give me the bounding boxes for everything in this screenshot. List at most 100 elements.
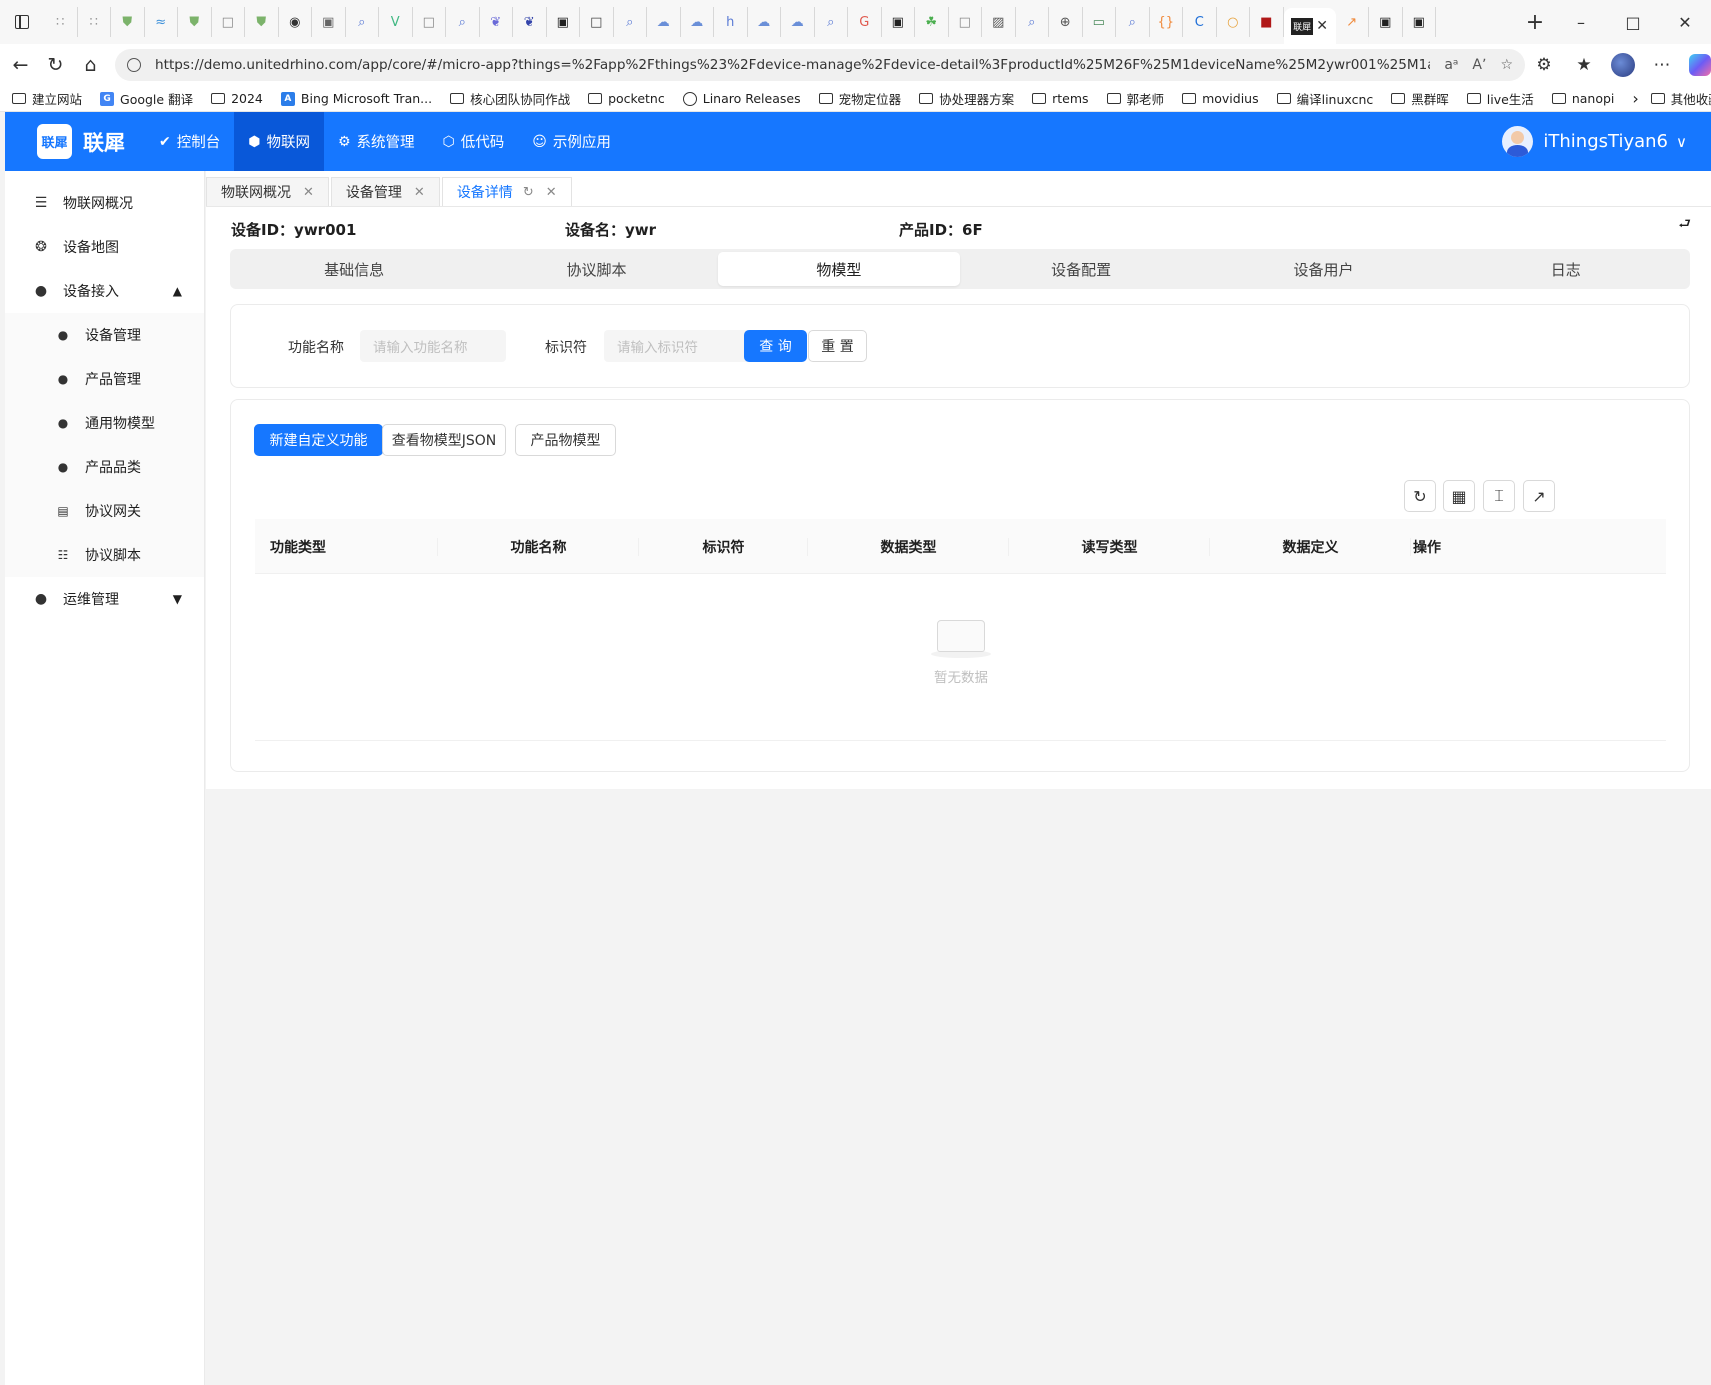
favorite-star-icon[interactable]: ☆	[1500, 57, 1513, 73]
browser-tab[interactable]: ↗	[1336, 7, 1369, 37]
detail-tab[interactable]: 日志	[1445, 252, 1687, 286]
tab-actions-menu[interactable]	[0, 0, 44, 44]
browser-tab[interactable]: ☘	[915, 7, 949, 37]
query-button[interactable]: 查 询	[744, 330, 807, 362]
browser-tab[interactable]: ⊕	[1049, 7, 1083, 37]
browser-tab[interactable]: □	[413, 7, 446, 37]
favorites-icon[interactable]: ★	[1571, 55, 1597, 75]
chevron-up-icon[interactable]: ▲	[173, 284, 182, 298]
reload-icon[interactable]: ↻	[41, 47, 70, 83]
topnav-item[interactable]: ⚙ 系统管理	[324, 112, 429, 171]
sidebar-item-overview[interactable]: ☰ 物联网概况	[5, 181, 204, 225]
browser-tab[interactable]: ⌕	[1116, 7, 1150, 37]
browser-tab[interactable]: ▣	[882, 7, 915, 37]
copilot-icon[interactable]	[1689, 54, 1711, 76]
density-icon[interactable]: ⌶	[1483, 480, 1515, 512]
sidebar-item-operations[interactable]: ● 运维管理 ▼	[5, 577, 204, 621]
bookmark-item[interactable]: A Bing Microsoft Tran...	[280, 91, 432, 106]
sidebar-item-device-map[interactable]: ❂ 设备地图	[5, 225, 204, 269]
grid-settings-icon[interactable]: ▦	[1443, 480, 1475, 512]
browser-tab[interactable]: ☁	[748, 7, 781, 37]
browser-tab[interactable]: □	[949, 7, 982, 37]
bookmark-item[interactable]: 协处理器方案	[919, 89, 1014, 108]
bookmark-item[interactable]: 宠物定位器	[818, 89, 901, 108]
detail-tab[interactable]: 物模型	[717, 252, 960, 286]
bookmark-item[interactable]: nanopi	[1551, 91, 1614, 106]
user-menu[interactable]: iThingsTiyan6 ∨	[1502, 126, 1687, 157]
detail-tab[interactable]: 设备用户	[1202, 252, 1444, 286]
translate-icon[interactable]: aᵃ	[1444, 57, 1458, 73]
bookmark-item[interactable]: 编译linuxcnc	[1276, 89, 1373, 108]
maximize-icon[interactable]: □	[1607, 13, 1659, 32]
browser-tab[interactable]: ☁	[647, 7, 681, 37]
other-favorites[interactable]: 其他收藏夹	[1650, 89, 1711, 108]
browser-tab[interactable]: ❦	[513, 7, 547, 37]
func-name-input[interactable]: 请输入功能名称	[360, 330, 506, 362]
browser-tab[interactable]: ⌕	[346, 7, 379, 37]
close-tab-icon[interactable]: ✕	[1316, 18, 1328, 34]
new-tab-button[interactable]: +	[1515, 2, 1555, 42]
sidebar-item-device-manage[interactable]: ● 设备管理	[5, 313, 204, 357]
bookmark-item[interactable]: live生活	[1466, 89, 1534, 108]
bookmark-item[interactable]: 建立网站	[12, 89, 82, 108]
read-aloud-icon[interactable]: Aʼ	[1472, 57, 1486, 73]
close-icon[interactable]: ✕	[546, 185, 557, 200]
home-icon[interactable]: ⌂	[76, 47, 105, 83]
browser-tab[interactable]: ∷	[44, 7, 78, 37]
bookmark-item[interactable]: 黑群晖	[1391, 89, 1449, 108]
browser-tab[interactable]: □	[212, 7, 245, 37]
bookmark-item[interactable]: 郭老师	[1106, 89, 1164, 108]
more-menu-icon[interactable]: ⋯	[1649, 55, 1675, 75]
sidebar-item-common-model[interactable]: ● 通用物模型	[5, 401, 204, 445]
back-icon[interactable]: ←	[6, 47, 35, 83]
refresh-icon[interactable]: ↻	[523, 185, 534, 200]
profile-avatar[interactable]	[1611, 53, 1635, 77]
tab-device-detail[interactable]: 设备详情 ↻ ✕	[441, 177, 572, 206]
bookmark-item[interactable]: movidius	[1182, 91, 1259, 106]
sidebar-item-product-manage[interactable]: ● 产品管理	[5, 357, 204, 401]
browser-tab-active[interactable]: 联犀 ✕	[1283, 8, 1336, 44]
minimize-icon[interactable]: –	[1555, 13, 1607, 32]
site-info-icon[interactable]	[127, 58, 141, 72]
tab-device-manage[interactable]: 设备管理 ✕	[330, 177, 440, 206]
more-bookmarks-icon[interactable]: ›	[1632, 89, 1638, 108]
bookmark-item[interactable]: G Google 翻译	[100, 89, 193, 108]
topnav-item[interactable]: ☺ 示例应用	[518, 112, 625, 171]
close-icon[interactable]: ✕	[414, 185, 425, 200]
browser-tab[interactable]: ⌕	[815, 7, 848, 37]
browser-tab[interactable]: ▨	[982, 7, 1016, 37]
topnav-item[interactable]: ⬢ 物联网	[234, 112, 324, 171]
browser-tab[interactable]: {}	[1150, 7, 1183, 37]
reset-button[interactable]: 重 置	[808, 330, 867, 362]
browser-tab[interactable]: ≈	[145, 7, 178, 37]
close-icon[interactable]: ✕	[303, 185, 314, 200]
browser-tab[interactable]: ▣	[547, 7, 580, 37]
bookmark-item[interactable]: rtems	[1032, 91, 1089, 106]
bookmark-item[interactable]: Linaro Releases	[682, 91, 801, 106]
url-text[interactable]: https://demo.unitedrhino.com/app/core/#/…	[155, 57, 1430, 73]
extensions-icon[interactable]: ⚙	[1531, 55, 1557, 75]
tab-iot-overview[interactable]: 物联网概况 ✕	[206, 177, 329, 206]
chevron-down-icon[interactable]: ▼	[173, 592, 182, 606]
browser-tab[interactable]: ☁	[781, 7, 815, 37]
user-name[interactable]: iThingsTiyan6	[1543, 131, 1668, 152]
sidebar-item-device-access[interactable]: ● 设备接入 ▲	[5, 269, 204, 313]
browser-tab[interactable]: ⌕	[1016, 7, 1049, 37]
browser-tab[interactable]: ◉	[279, 7, 312, 37]
browser-tab[interactable]: ▣	[1369, 7, 1403, 37]
detail-tab[interactable]: 基础信息	[233, 252, 475, 286]
bookmark-item[interactable]: pocketnc	[588, 91, 665, 106]
bookmark-item[interactable]: 2024	[211, 91, 263, 106]
sidebar-item-product-category[interactable]: ● 产品品类	[5, 445, 204, 489]
detail-tab[interactable]: 设备配置	[960, 252, 1202, 286]
browser-tab[interactable]: ❦	[480, 7, 513, 37]
back-return-icon[interactable]: ⮐	[1678, 213, 1691, 237]
browser-tab[interactable]: ⛊	[178, 7, 212, 37]
chevron-down-icon[interactable]: ∨	[1676, 133, 1687, 151]
product-model-button[interactable]: 产品物模型	[515, 424, 616, 456]
identifier-input[interactable]: 请输入标识符	[604, 330, 750, 362]
browser-tab[interactable]: □	[580, 7, 614, 37]
sidebar-item-protocol-script[interactable]: ☷ 协议脚本	[5, 533, 204, 577]
browser-tab[interactable]: G	[848, 7, 882, 37]
reload-icon[interactable]: ↻	[1404, 480, 1436, 512]
